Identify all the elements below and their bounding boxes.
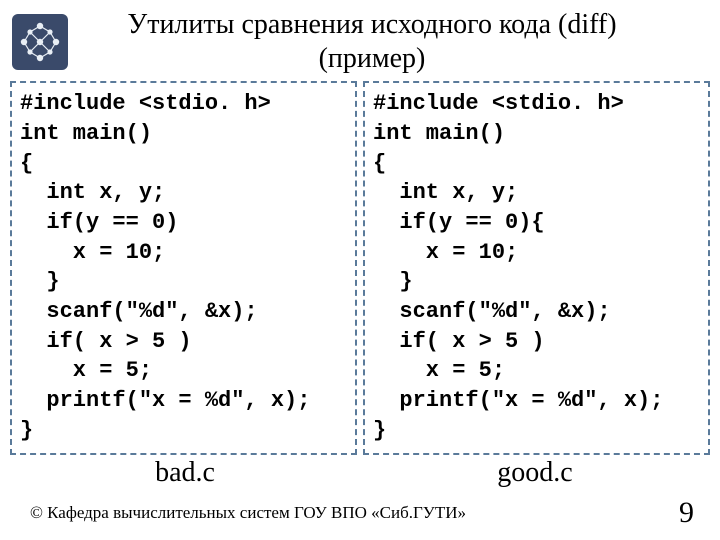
file-labels: bad.c good.c [0,457,720,489]
code-box-left: #include <stdio. h> int main() { int x, … [10,81,357,455]
title-line-2: (пример) [319,43,426,74]
label-right: good.c [360,457,710,489]
label-left: bad.c [10,457,360,489]
code-box-right: #include <stdio. h> int main() { int x, … [363,81,710,455]
slide-footer: © Кафедра вычислительных систем ГОУ ВПО … [0,496,720,530]
code-left: #include <stdio. h> int main() { int x, … [20,89,347,445]
slide-title: Утилиты сравнения исходного кода (diff) … [76,8,708,75]
copyright-text: © Кафедра вычислительных систем ГОУ ВПО … [30,503,679,523]
institution-logo [12,14,68,70]
logo-icon [18,20,62,64]
code-right: #include <stdio. h> int main() { int x, … [373,89,700,445]
code-comparison: #include <stdio. h> int main() { int x, … [0,81,720,455]
slide-header: Утилиты сравнения исходного кода (diff) … [0,0,720,79]
title-line-1: Утилиты сравнения исходного кода (diff) [127,9,616,40]
page-number: 9 [679,496,700,530]
